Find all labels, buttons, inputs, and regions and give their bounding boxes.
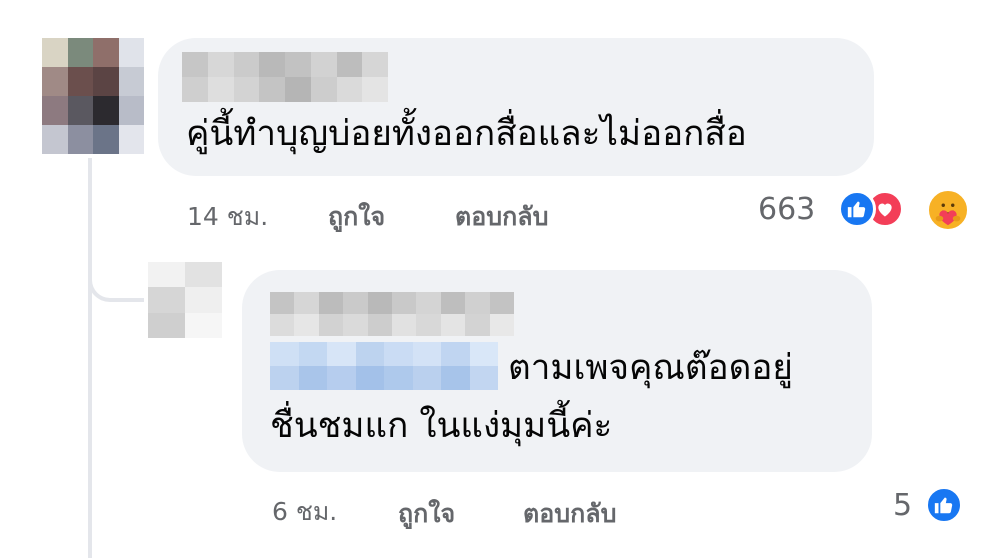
replier-name-blurred[interactable]: [270, 292, 514, 336]
reply-like-button[interactable]: ถูกใจ: [398, 494, 455, 534]
comment-timestamp[interactable]: 14 ชม.: [187, 197, 268, 237]
mentioned-name-blurred[interactable]: [270, 342, 498, 390]
comment-reaction-count[interactable]: 663: [758, 192, 815, 227]
thread-connector-curve: [88, 262, 144, 302]
reply-reply-button[interactable]: ตอบกลับ: [523, 494, 616, 534]
care-reaction-icon[interactable]: [926, 188, 970, 232]
commenter-avatar[interactable]: [42, 38, 144, 154]
comment-text: คู่นี้ทำบุญบ่อยทั้งออกสื่อและไม่ออกสื่อ: [186, 114, 747, 154]
commenter-name-blurred[interactable]: [182, 52, 388, 102]
replier-avatar[interactable]: [148, 262, 222, 338]
reply-timestamp[interactable]: 6 ชม.: [272, 492, 337, 532]
care-hug-icon: [934, 194, 962, 226]
comment-like-button[interactable]: ถูกใจ: [328, 197, 385, 237]
reply-like-reaction-icon[interactable]: [925, 486, 963, 524]
heart-icon: [878, 203, 892, 217]
like-reaction-icon[interactable]: [838, 190, 876, 228]
reply-text-line1: ตามเพจคุณต๊อดอยู่: [508, 348, 793, 388]
thumbs-up-icon: [934, 497, 953, 514]
comment-reply-button[interactable]: ตอบกลับ: [455, 197, 548, 237]
reply-reaction-count[interactable]: 5: [893, 488, 912, 523]
reply-text-line2: ชื่นชมแก ในแง่มุมนี้ค่ะ: [270, 406, 613, 446]
thumbs-up-icon: [847, 201, 866, 218]
thread-connector-line: [88, 158, 92, 558]
